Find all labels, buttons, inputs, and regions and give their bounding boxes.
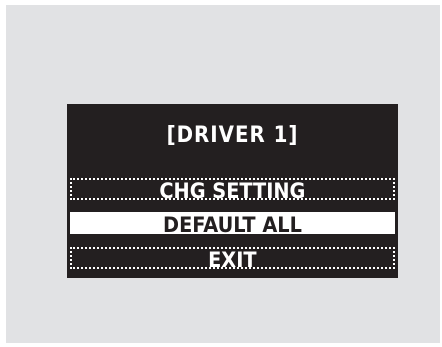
- menu-item-default-all[interactable]: DEFAULT ALL: [70, 212, 395, 237]
- menu-item-chg-setting[interactable]: CHG SETTING: [70, 178, 395, 203]
- screen-title: [DRIVER 1]: [166, 123, 299, 148]
- menu-item-exit[interactable]: EXIT: [70, 247, 395, 272]
- menu-item-label: CHG SETTING: [159, 179, 306, 203]
- display-panel: [DRIVER 1] CHG SETTING DEFAULT ALL EXIT: [6, 5, 440, 343]
- menu-item-label: EXIT: [208, 248, 257, 272]
- lcd-screen: [DRIVER 1] CHG SETTING DEFAULT ALL EXIT: [67, 104, 398, 278]
- menu-item-label: DEFAULT ALL: [163, 213, 302, 237]
